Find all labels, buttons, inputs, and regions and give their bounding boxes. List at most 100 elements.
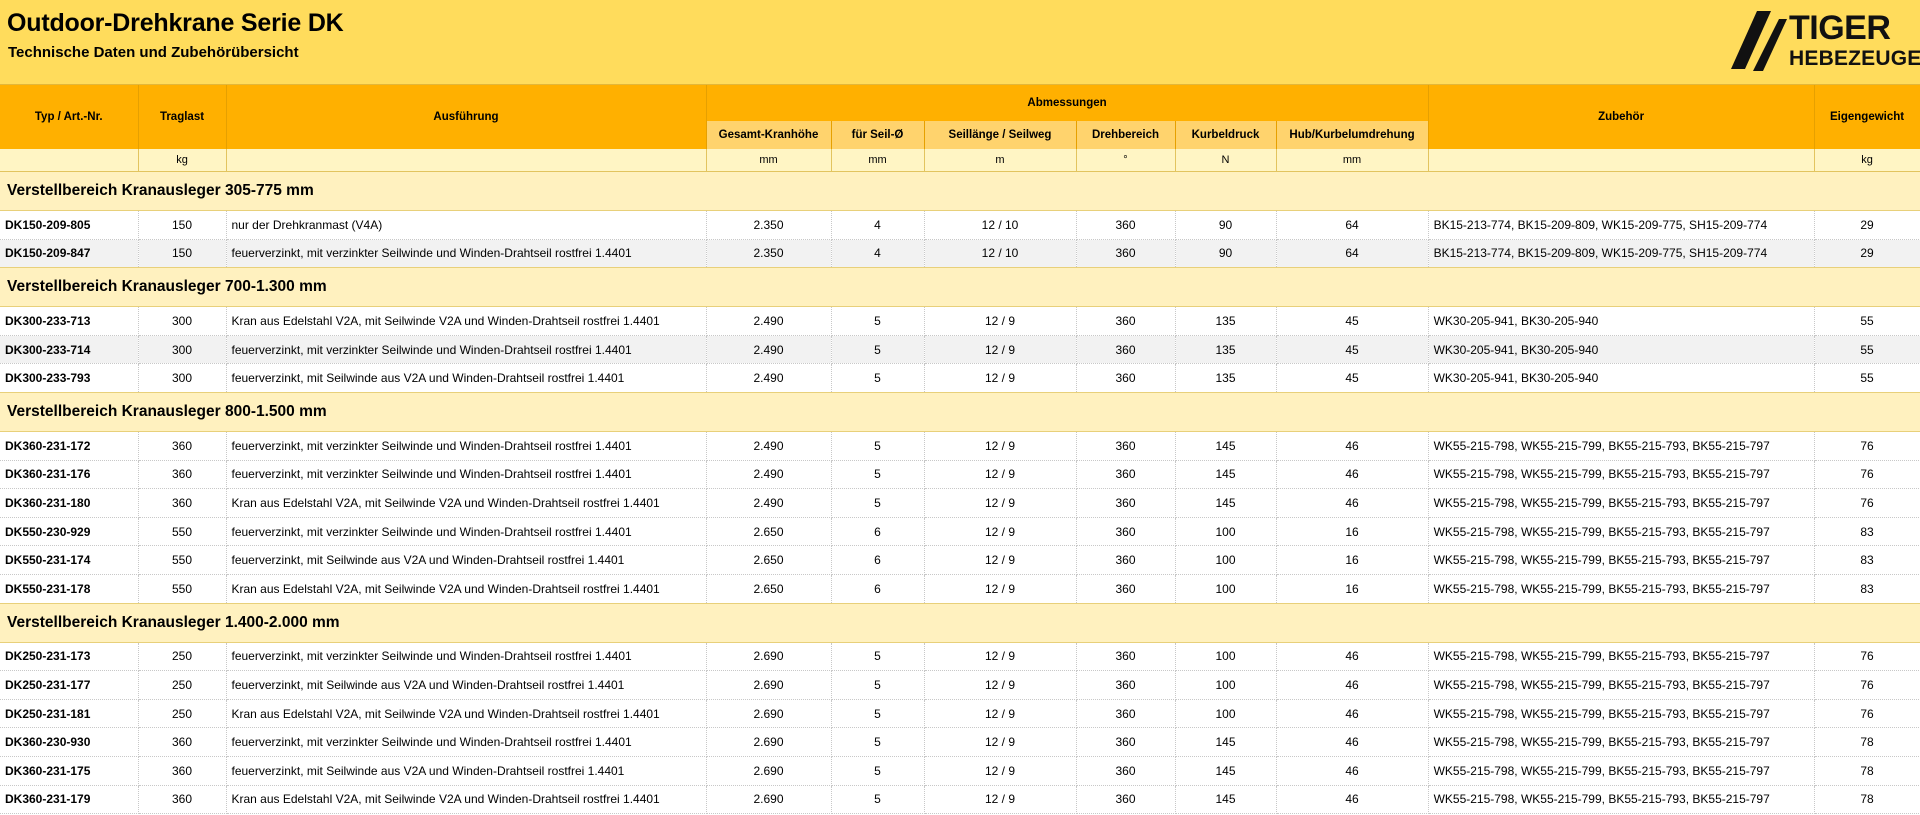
cell-seil-durchmesser: 4 xyxy=(831,210,925,240)
section-header-row: Verstellbereich Kranausleger 305-775 mm xyxy=(0,171,1920,211)
table-row[interactable]: DK150-209-805 150 nur der Drehkranmast (V4… xyxy=(0,210,1920,240)
cell-ausfuehrung: feuerverzinkt, mit Seilwinde aus V2A und… xyxy=(226,756,707,786)
table-row[interactable]: DK250-231-173 250 feuerverzinkt, mit verzi… xyxy=(0,642,1920,672)
logo-claw-icon xyxy=(1731,11,1787,71)
table-row[interactable]: DK300-233-714 300 feuerverzinkt, mit verzi… xyxy=(0,335,1920,365)
table-row[interactable]: DK550-231-178 550 Kran aus Edelstahl V2A, … xyxy=(0,574,1920,604)
cell-typ: DK360-231-172 xyxy=(0,431,139,461)
col-header-typ[interactable]: Typ / Art.-Nr. xyxy=(0,85,139,149)
col-header-eigengewicht[interactable]: Eigengewicht xyxy=(1814,85,1920,149)
cell-ausfuehrung: feuerverzinkt, mit Seilwinde aus V2A und… xyxy=(226,670,707,700)
col-header-gesamt[interactable]: Gesamt-Kranhöhe xyxy=(706,121,832,149)
cell-drehbereich: 360 xyxy=(1076,306,1176,336)
cell-traglast: 250 xyxy=(138,642,227,672)
cell-eigengewicht: 29 xyxy=(1814,239,1920,269)
table-row[interactable]: DK360-231-179 360 Kran aus Edelstahl V2A, … xyxy=(0,785,1920,815)
cell-traglast: 300 xyxy=(138,335,227,365)
cell-drehbereich: 360 xyxy=(1076,756,1176,786)
table-row[interactable]: DK150-209-847 150 feuerverzinkt, mit verzi… xyxy=(0,239,1920,269)
cell-ausfuehrung: feuerverzinkt, mit verzinkter Seilwinde … xyxy=(226,517,707,547)
cell-drehbereich: 360 xyxy=(1076,460,1176,490)
cell-seil-durchmesser: 5 xyxy=(831,363,925,393)
cell-kurbeldruck: 100 xyxy=(1175,574,1277,604)
col-header-seillaenge[interactable]: Seillänge / Seilweg xyxy=(924,121,1077,149)
col-header-traglast[interactable]: Traglast xyxy=(138,85,227,149)
table-row[interactable]: DK360-231-180 360 Kran aus Edelstahl V2A, … xyxy=(0,488,1920,518)
cell-hub: 46 xyxy=(1276,642,1429,672)
unit-drehbereich: ° xyxy=(1076,149,1176,172)
page-header: Outdoor-Drehkrane Serie DK Technische Da… xyxy=(0,0,1920,85)
cell-seillaenge: 12 / 9 xyxy=(924,517,1077,547)
cell-zubehoer: WK55-215-798, WK55-215-799, BK55-215-793… xyxy=(1428,517,1815,547)
cell-ausfuehrung: Kran aus Edelstahl V2A, mit Seilwinde V2… xyxy=(226,488,707,518)
cell-drehbereich: 360 xyxy=(1076,670,1176,700)
cell-seillaenge: 12 / 9 xyxy=(924,488,1077,518)
cell-traglast: 300 xyxy=(138,363,227,393)
cell-gesamt-kranhoehe: 2.490 xyxy=(706,488,832,518)
cell-eigengewicht: 78 xyxy=(1814,727,1920,757)
table-row[interactable]: DK250-231-181 250 Kran aus Edelstahl V2A, … xyxy=(0,699,1920,729)
cell-ausfuehrung: feuerverzinkt, mit verzinkter Seilwinde … xyxy=(226,642,707,672)
cell-drehbereich: 360 xyxy=(1076,488,1176,518)
col-header-ausfuehrung[interactable]: Ausführung xyxy=(226,85,707,149)
cell-ausfuehrung: Kran aus Edelstahl V2A, mit Seilwinde V2… xyxy=(226,574,707,604)
table-row[interactable]: DK300-233-713 300 Kran aus Edelstahl V2A, … xyxy=(0,306,1920,336)
cell-eigengewicht: 78 xyxy=(1814,756,1920,786)
cell-zubehoer: WK55-215-798, WK55-215-799, BK55-215-793… xyxy=(1428,756,1815,786)
cell-gesamt-kranhoehe: 2.490 xyxy=(706,460,832,490)
cell-ausfuehrung: nur der Drehkranmast (V4A) xyxy=(226,210,707,240)
cell-hub: 45 xyxy=(1276,363,1429,393)
col-header-kurbeldruck[interactable]: Kurbeldruck xyxy=(1175,121,1277,149)
cell-gesamt-kranhoehe: 2.690 xyxy=(706,727,832,757)
cell-zubehoer: WK55-215-798, WK55-215-799, BK55-215-793… xyxy=(1428,699,1815,729)
table-row[interactable]: DK300-233-793 300 feuerverzinkt, mit Seilw… xyxy=(0,363,1920,393)
cell-typ: DK360-231-176 xyxy=(0,460,139,490)
cell-ausfuehrung: feuerverzinkt, mit verzinkter Seilwinde … xyxy=(226,460,707,490)
cell-hub: 16 xyxy=(1276,545,1429,575)
table-row[interactable]: DK360-230-930 360 feuerverzinkt, mit verzi… xyxy=(0,727,1920,757)
col-header-hub[interactable]: Hub/Kurbelumdrehung xyxy=(1276,121,1429,149)
section-title: Verstellbereich Kranausleger 700-1.300 m… xyxy=(0,267,1920,308)
table-row[interactable]: DK360-231-176 360 feuerverzinkt, mit verzi… xyxy=(0,460,1920,490)
cell-gesamt-kranhoehe: 2.490 xyxy=(706,335,832,365)
cell-traglast: 250 xyxy=(138,699,227,729)
unit-kurbeldruck: N xyxy=(1175,149,1277,172)
cell-zubehoer: WK55-215-798, WK55-215-799, BK55-215-793… xyxy=(1428,545,1815,575)
cell-typ: DK360-230-930 xyxy=(0,727,139,757)
cell-eigengewicht: 76 xyxy=(1814,670,1920,700)
cell-drehbereich: 360 xyxy=(1076,699,1176,729)
section-header-row: Verstellbereich Kranausleger 1.400-2.000… xyxy=(0,602,1920,643)
unit-seil: mm xyxy=(831,149,925,172)
table-row[interactable]: DK550-231-174 550 feuerverzinkt, mit Seilw… xyxy=(0,545,1920,575)
cell-traglast: 300 xyxy=(138,306,227,336)
cell-hub: 64 xyxy=(1276,210,1429,240)
cell-zubehoer: WK55-215-798, WK55-215-799, BK55-215-793… xyxy=(1428,670,1815,700)
table-row[interactable]: DK250-231-177 250 feuerverzinkt, mit Seilw… xyxy=(0,670,1920,700)
cell-seil-durchmesser: 5 xyxy=(831,670,925,700)
cell-hub: 46 xyxy=(1276,460,1429,490)
cell-kurbeldruck: 90 xyxy=(1175,239,1277,269)
col-header-seil[interactable]: für Seil-Ø xyxy=(831,121,925,149)
col-header-zubehoer[interactable]: Zubehör xyxy=(1428,85,1815,149)
cell-eigengewicht: 76 xyxy=(1814,460,1920,490)
table-row[interactable]: DK550-230-929 550 feuerverzinkt, mit verzi… xyxy=(0,517,1920,547)
cell-kurbeldruck: 135 xyxy=(1175,306,1277,336)
cell-hub: 46 xyxy=(1276,670,1429,700)
cell-typ: DK360-231-175 xyxy=(0,756,139,786)
cell-kurbeldruck: 135 xyxy=(1175,335,1277,365)
cell-drehbereich: 360 xyxy=(1076,574,1176,604)
cell-seillaenge: 12 / 9 xyxy=(924,363,1077,393)
cell-typ: DK300-233-714 xyxy=(0,335,139,365)
cell-traglast: 250 xyxy=(138,670,227,700)
cell-kurbeldruck: 145 xyxy=(1175,785,1277,815)
cell-typ: DK550-231-174 xyxy=(0,545,139,575)
cell-hub: 16 xyxy=(1276,517,1429,547)
table-row[interactable]: DK360-231-172 360 feuerverzinkt, mit verzi… xyxy=(0,431,1920,461)
cell-hub: 64 xyxy=(1276,239,1429,269)
col-header-drehbereich[interactable]: Drehbereich xyxy=(1076,121,1176,149)
cell-hub: 46 xyxy=(1276,488,1429,518)
cell-seillaenge: 12 / 9 xyxy=(924,545,1077,575)
cell-typ: DK250-231-177 xyxy=(0,670,139,700)
table-row[interactable]: DK360-231-175 360 feuerverzinkt, mit Seilw… xyxy=(0,756,1920,786)
cell-seillaenge: 12 / 9 xyxy=(924,756,1077,786)
